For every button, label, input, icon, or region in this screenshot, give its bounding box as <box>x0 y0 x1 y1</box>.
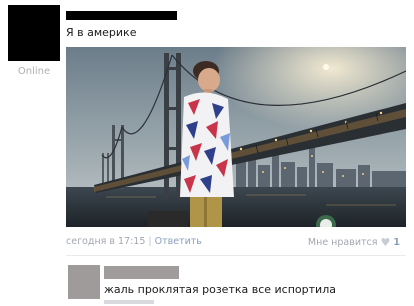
post-photo[interactable] <box>66 47 406 227</box>
comment-text: жаль проклятая розетка все испортила <box>104 283 336 296</box>
post-meta: сегодня в 17:15 | Ответить <box>66 236 202 247</box>
like-count: 1 <box>393 237 400 248</box>
like-label: Мне нравится <box>307 237 378 248</box>
online-status: Online <box>17 66 51 77</box>
comment-meta-cropped <box>104 300 154 304</box>
post-text: Я в америке <box>66 26 137 39</box>
comment-divider <box>66 255 406 256</box>
reply-button[interactable]: Ответить <box>155 236 202 247</box>
author-name-redacted[interactable] <box>66 11 177 20</box>
comment-avatar[interactable] <box>68 265 100 299</box>
heart-icon: ♥ <box>380 236 391 249</box>
bridge-photo-illustration <box>66 47 406 227</box>
meta-separator: | <box>148 236 152 247</box>
like-button[interactable]: Мне нравится ♥ 1 <box>308 236 400 249</box>
author-avatar[interactable] <box>8 5 60 61</box>
comment-author-redacted[interactable] <box>104 266 179 279</box>
post-timestamp[interactable]: сегодня в 17:15 <box>66 236 145 247</box>
